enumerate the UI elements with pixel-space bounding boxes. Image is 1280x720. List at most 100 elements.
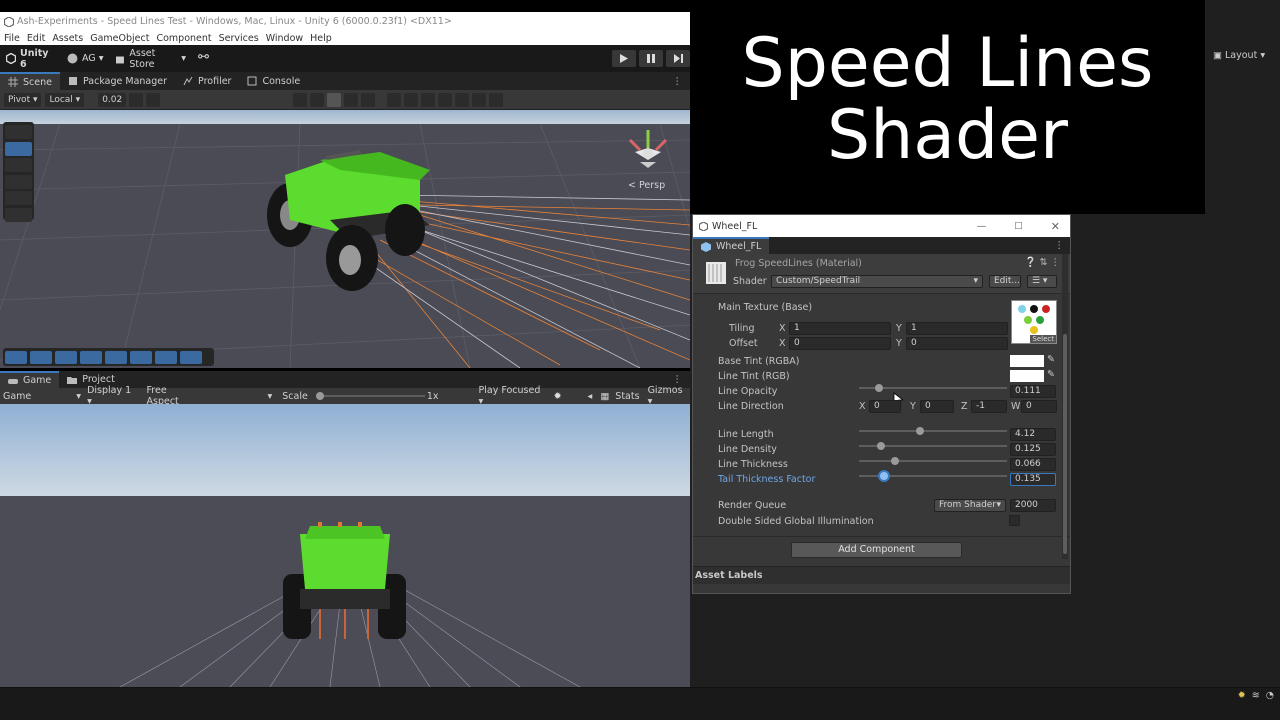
grid-snap-field[interactable]: 0.02 [98,92,127,107]
overlay-orbit-icon[interactable] [80,350,102,364]
speaker-icon[interactable]: ◂ [588,391,593,402]
wireframe-shading-icon[interactable] [293,92,308,107]
shaded-wireframe-icon[interactable] [310,92,325,107]
close-icon[interactable]: ✕ [1051,220,1060,233]
render-queue-dropdown[interactable]: From Shader ▾ [934,499,1006,512]
play-button[interactable] [612,50,636,67]
step-button[interactable] [666,50,690,67]
tab-wheel-fl[interactable]: Wheel_FL [693,237,770,254]
eyedropper-icon[interactable]: ✎ [1047,369,1055,380]
line-length-field[interactable]: 4.12 [1010,428,1056,441]
pause-button[interactable] [639,50,663,67]
tab-profiler[interactable]: Profiler [175,72,239,90]
lighting-toggle-icon[interactable] [361,92,376,107]
scale-tool-icon[interactable] [5,174,32,189]
dir-y-field[interactable]: 0 [920,400,954,413]
line-density-field[interactable]: 0.125 [1010,443,1056,456]
camera-settings-icon[interactable] [455,92,470,107]
select-texture-button[interactable]: Select [1030,335,1056,343]
shader-options-dropdown[interactable]: ☰ ▾ [1027,275,1057,288]
game-view[interactable] [0,404,690,687]
shader-dropdown[interactable]: Custom/SpeedTrail ▾ [771,275,983,288]
bug-icon[interactable]: ✹ [554,391,562,402]
menu-help[interactable]: Help [310,33,332,44]
fx-toggle-icon[interactable] [387,92,402,107]
menu-services[interactable]: Services [219,33,259,44]
line-thickness-field[interactable]: 0.066 [1010,458,1056,471]
menu-assets[interactable]: Assets [52,33,83,44]
base-tint-swatch[interactable] [1010,355,1044,367]
menu-edit[interactable]: Edit [27,33,45,44]
overlay-grid-icon[interactable] [55,350,77,364]
tail-thickness-field[interactable]: 0.135 [1010,473,1056,486]
line-opacity-slider[interactable] [859,382,1007,394]
move-tool-icon[interactable] [5,141,32,156]
overlay-align-icon[interactable] [30,350,52,364]
line-thickness-slider[interactable] [859,455,1007,467]
asset-store-dropdown[interactable]: Asset Store ▾ [115,48,186,70]
transform-tool-icon[interactable] [5,207,32,222]
status-icons[interactable]: ✹ ≋ ◔ [1238,690,1274,701]
draw-mode-icon[interactable] [472,92,487,107]
menu-window[interactable]: Window [266,33,303,44]
scale-slider[interactable] [315,391,425,401]
overlay-layers-icon[interactable] [105,350,127,364]
unlit-icon[interactable] [344,92,359,107]
inspector-scrollbar[interactable] [1062,254,1068,559]
line-length-slider[interactable] [859,425,1007,437]
gizmo-visibility-icon[interactable] [438,92,453,107]
keyboard-icon[interactable]: ▦ [600,391,609,402]
maximize-icon[interactable]: ☐ [1014,221,1023,232]
tail-thickness-slider[interactable] [859,470,1007,482]
dir-z-field[interactable]: -1 [971,400,1007,413]
gizmos-globe-icon[interactable] [489,92,504,107]
overlay-move-icon[interactable] [5,350,27,364]
double-sided-gi-checkbox[interactable] [1009,515,1020,526]
pivot-dropdown[interactable]: Pivot ▾ [4,92,42,107]
snap-toggle[interactable] [129,92,144,107]
edit-shader-button[interactable]: Edit... [989,275,1021,288]
grid-toggle[interactable] [146,92,161,107]
material-header-icons[interactable]: ❔ ⇅ ⋮ [1025,257,1060,268]
dir-w-field[interactable]: 0 [1021,400,1057,413]
menu-gameobject[interactable]: GameObject [90,33,149,44]
render-queue-field[interactable]: 2000 [1010,499,1056,512]
version-control-button[interactable] [198,53,213,64]
rect-tool-icon[interactable] [5,191,32,205]
cache-server-icon[interactable]: ≋ [1252,690,1260,701]
progress-icon[interactable]: ◔ [1266,690,1274,701]
scene-tab-menu-icon[interactable]: ⋮ [673,76,683,87]
tab-game[interactable]: Game [0,370,60,389]
tiling-y-field[interactable]: 1 [906,322,1008,335]
minimize-icon[interactable]: — [977,221,987,232]
rotate-tool-icon[interactable] [5,158,32,172]
main-texture-slot[interactable]: Select [1011,300,1057,344]
tab-console[interactable]: Console [239,72,308,90]
lighting-icon[interactable]: ✹ [1238,690,1246,701]
menu-component[interactable]: Component [156,33,211,44]
add-component-button[interactable]: Add Component [791,542,962,558]
offset-y-field[interactable]: 0 [906,337,1008,350]
scene-view[interactable] [0,110,690,368]
eyedropper-icon[interactable]: ✎ [1047,354,1055,365]
menu-file[interactable]: File [4,33,20,44]
shaded-icon[interactable] [327,92,342,107]
line-opacity-field[interactable]: 0.111 [1010,385,1056,398]
dir-x-field[interactable]: 0 [869,400,901,413]
tab-package-manager[interactable]: Package Manager [60,72,175,90]
local-dropdown[interactable]: Local ▾ [45,92,85,107]
overlay-pan-icon[interactable] [155,350,177,364]
overlay-camera-icon[interactable] [180,350,202,364]
inspector-menu-icon[interactable]: ⋮ [1055,240,1065,251]
hand-tool-icon[interactable] [5,125,32,139]
unity-version-button[interactable]: Unity 6 [6,48,55,70]
stats-button[interactable]: Stats [615,391,639,402]
persp-label[interactable]: < Persp [628,180,665,191]
overlay-search-icon[interactable] [130,350,152,364]
asset-labels-header[interactable]: Asset Labels [693,566,1070,584]
line-tint-swatch[interactable] [1010,370,1044,382]
layout-dropdown[interactable]: ▣ Layout ▾ [1213,50,1265,61]
line-density-slider[interactable] [859,440,1007,452]
tiling-x-field[interactable]: 1 [789,322,891,335]
scene-visibility-icon[interactable] [404,92,419,107]
